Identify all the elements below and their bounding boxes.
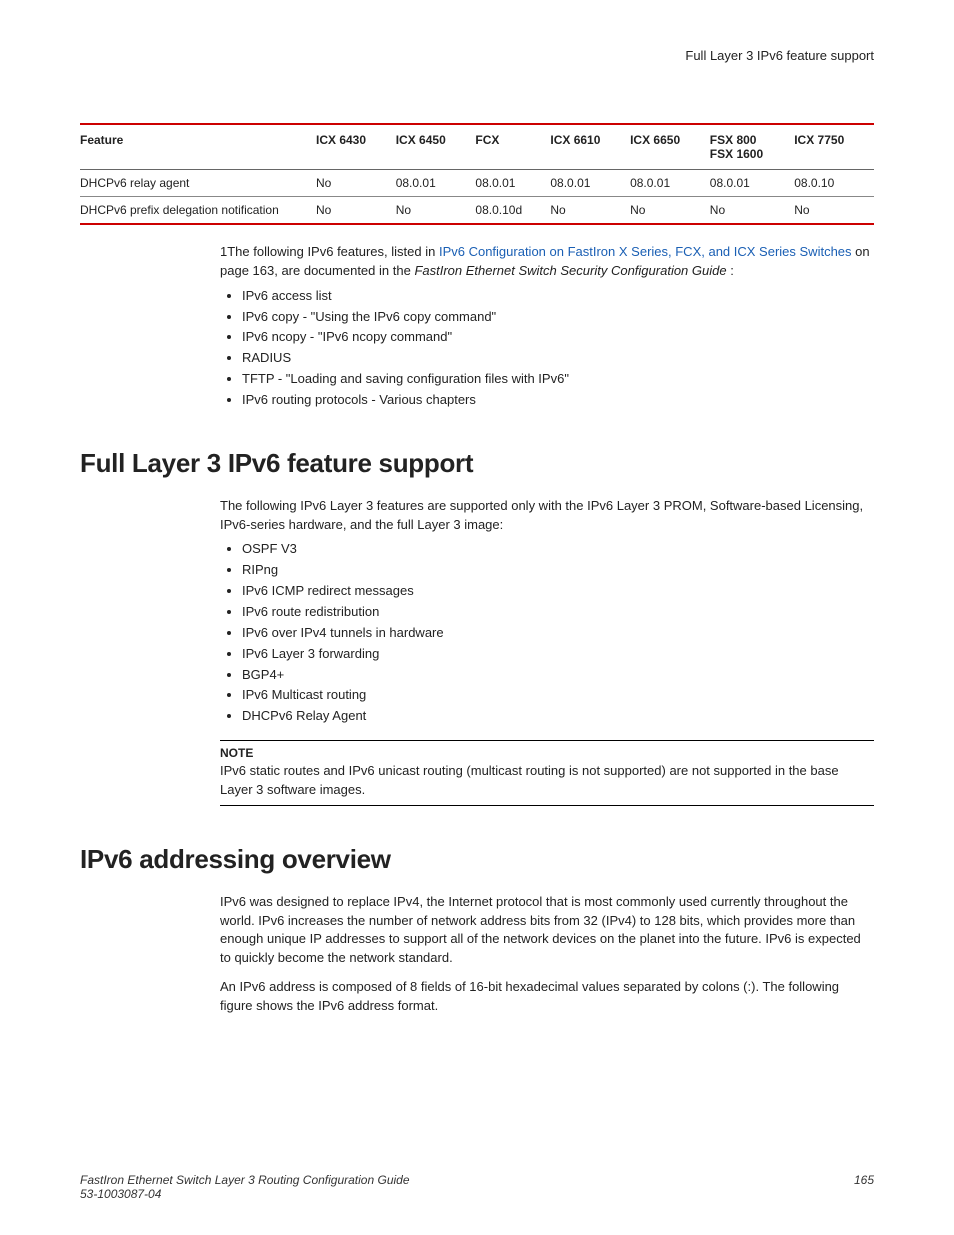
cell: 08.0.10 — [794, 170, 874, 197]
footer-title: FastIron Ethernet Switch Layer 3 Routing… — [80, 1173, 410, 1187]
cell: No — [630, 197, 710, 225]
cell: No — [316, 197, 396, 225]
list-item: IPv6 route redistribution — [242, 603, 874, 622]
section1-body: The following IPv6 Layer 3 features are … — [220, 497, 874, 806]
col-icx6650: ICX 6650 — [630, 124, 710, 170]
list-item: IPv6 access list — [242, 287, 874, 306]
col-fcx: FCX — [475, 124, 550, 170]
col-fsx: FSX 800 FSX 1600 — [710, 124, 794, 170]
col-feature: Feature — [80, 124, 316, 170]
cell: No — [550, 197, 630, 225]
section2-p1: IPv6 was designed to replace IPv4, the I… — [220, 893, 874, 968]
table-header-row: Feature ICX 6430 ICX 6450 FCX ICX 6610 I… — [80, 124, 874, 170]
note-text: IPv6 static routes and IPv6 unicast rout… — [220, 762, 874, 798]
list-item: IPv6 over IPv4 tunnels in hardware — [242, 624, 874, 643]
table-row: DHCPv6 relay agent No 08.0.01 08.0.01 08… — [80, 170, 874, 197]
footnote-bullets: IPv6 access list IPv6 copy - "Using the … — [220, 287, 874, 410]
cell: 08.0.01 — [475, 170, 550, 197]
section2-body: IPv6 was designed to replace IPv4, the I… — [220, 893, 874, 1016]
col-icx6610: ICX 6610 — [550, 124, 630, 170]
list-item: OSPF V3 — [242, 540, 874, 559]
list-item: IPv6 routing protocols - Various chapter… — [242, 391, 874, 410]
list-item: IPv6 Multicast routing — [242, 686, 874, 705]
cell: 08.0.01 — [550, 170, 630, 197]
list-item: IPv6 ICMP redirect messages — [242, 582, 874, 601]
table-row: DHCPv6 prefix delegation notification No… — [80, 197, 874, 225]
cell-feature: DHCPv6 prefix delegation notification — [80, 197, 316, 225]
col-icx6430: ICX 6430 — [316, 124, 396, 170]
page-number: 165 — [854, 1173, 874, 1187]
list-item: IPv6 copy - "Using the IPv6 copy command… — [242, 308, 874, 327]
cell: 08.0.01 — [630, 170, 710, 197]
list-item: TFTP - "Loading and saving configuration… — [242, 370, 874, 389]
page-footer: 165 FastIron Ethernet Switch Layer 3 Rou… — [80, 1173, 874, 1201]
footer-docnum: 53-1003087-04 — [80, 1187, 874, 1201]
footnote-guide-name: FastIron Ethernet Switch Security Config… — [414, 263, 726, 278]
cell: No — [710, 197, 794, 225]
note-block: NOTE IPv6 static routes and IPv6 unicast… — [220, 740, 874, 806]
feature-support-table: Feature ICX 6430 ICX 6450 FCX ICX 6610 I… — [80, 123, 874, 225]
page-header-title: Full Layer 3 IPv6 feature support — [80, 48, 874, 63]
cell-feature: DHCPv6 relay agent — [80, 170, 316, 197]
col-icx6450: ICX 6450 — [396, 124, 476, 170]
footnote-link[interactable]: IPv6 Configuration on FastIron X Series,… — [439, 244, 852, 259]
col-icx7750: ICX 7750 — [794, 124, 874, 170]
list-item: IPv6 ncopy - "IPv6 ncopy command" — [242, 328, 874, 347]
note-label: NOTE — [220, 745, 874, 762]
cell: 08.0.01 — [710, 170, 794, 197]
list-item: BGP4+ — [242, 666, 874, 685]
section2-p2: An IPv6 address is composed of 8 fields … — [220, 978, 874, 1016]
list-item: DHCPv6 Relay Agent — [242, 707, 874, 726]
cell: 08.0.10d — [475, 197, 550, 225]
section1-bullets: OSPF V3 RIPng IPv6 ICMP redirect message… — [220, 540, 874, 726]
cell: No — [396, 197, 476, 225]
cell: No — [316, 170, 396, 197]
heading-ipv6-addressing: IPv6 addressing overview — [80, 844, 874, 875]
heading-full-layer3: Full Layer 3 IPv6 feature support — [80, 448, 874, 479]
cell: 08.0.01 — [396, 170, 476, 197]
footnote-block: 1The following IPv6 features, listed in … — [220, 243, 874, 410]
list-item: IPv6 Layer 3 forwarding — [242, 645, 874, 664]
list-item: RADIUS — [242, 349, 874, 368]
list-item: RIPng — [242, 561, 874, 580]
section1-intro: The following IPv6 Layer 3 features are … — [220, 497, 874, 535]
footnote-paragraph: 1The following IPv6 features, listed in … — [220, 243, 874, 281]
cell: No — [794, 197, 874, 225]
